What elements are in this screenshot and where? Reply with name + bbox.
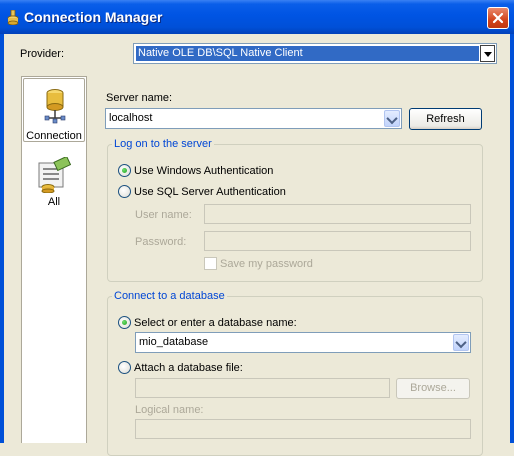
save-password-checkbox[interactable] xyxy=(204,257,217,270)
save-password-label: Save my password xyxy=(220,258,313,270)
password-field[interactable] xyxy=(204,231,471,251)
user-name-field[interactable] xyxy=(204,204,471,224)
password-label: Password: xyxy=(135,236,187,248)
attach-file-label[interactable]: Attach a database file: xyxy=(134,362,243,374)
server-name-combobox[interactable]: localhost xyxy=(105,108,402,129)
nav-item-all[interactable]: All xyxy=(23,154,85,214)
sql-auth-radio[interactable] xyxy=(118,185,131,198)
properties-icon xyxy=(37,155,72,196)
logon-group-title: Log on to the server xyxy=(112,138,214,150)
logical-name-field[interactable] xyxy=(135,419,471,439)
windows-auth-radio[interactable] xyxy=(118,164,131,177)
refresh-button[interactable]: Refresh xyxy=(409,108,482,130)
browse-button[interactable]: Browse... xyxy=(396,378,470,399)
attach-file-field[interactable] xyxy=(135,378,390,398)
datasource-icon xyxy=(7,9,19,26)
attach-file-radio[interactable] xyxy=(118,361,131,374)
select-database-label[interactable]: Select or enter a database name: xyxy=(134,317,297,329)
logical-name-label: Logical name: xyxy=(135,404,204,416)
nav-item-label: Connection xyxy=(26,130,82,142)
nav-item-label: All xyxy=(47,196,61,208)
nav-item-connection[interactable]: Connection xyxy=(23,78,85,142)
database-name-combobox[interactable]: mio_database xyxy=(135,332,471,353)
chevron-down-icon[interactable] xyxy=(384,110,400,127)
windows-auth-label[interactable]: Use Windows Authentication xyxy=(134,165,273,177)
provider-value: Native OLE DB\SQL Native Client xyxy=(136,46,479,61)
sql-auth-label[interactable]: Use SQL Server Authentication xyxy=(134,186,286,198)
provider-label: Provider: xyxy=(20,48,65,60)
window-frame-left xyxy=(0,34,4,443)
connection-manager-dialog: Connection Manager Provider: Native OLE … xyxy=(0,0,514,456)
select-database-radio[interactable] xyxy=(118,316,131,329)
server-name-value: localhost xyxy=(109,112,153,124)
close-icon xyxy=(492,12,504,24)
server-name-label: Server name: xyxy=(106,92,173,104)
chevron-down-icon[interactable] xyxy=(453,334,469,351)
chevron-down-icon[interactable] xyxy=(480,45,495,62)
provider-dropdown[interactable]: Native OLE DB\SQL Native Client xyxy=(133,43,497,64)
database-group-title: Connect to a database xyxy=(112,290,227,302)
user-name-label: User name: xyxy=(135,209,192,221)
database-icon xyxy=(44,88,66,127)
close-button[interactable] xyxy=(487,7,509,29)
window-title: Connection Manager xyxy=(24,9,163,25)
window-frame-right xyxy=(510,34,514,443)
title-bar[interactable]: Connection Manager xyxy=(0,0,514,34)
database-name-value: mio_database xyxy=(139,336,209,348)
